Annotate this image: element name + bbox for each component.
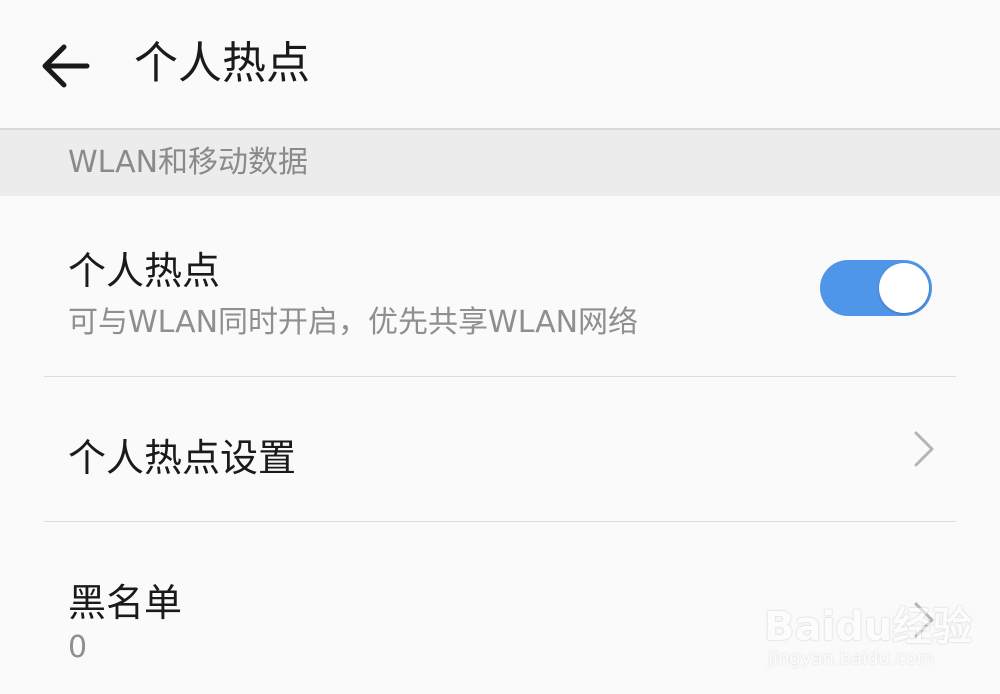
hotspot-settings-title: 个人热点设置 — [68, 436, 297, 480]
hotspot-toggle[interactable] — [820, 260, 932, 316]
chevron-right-icon — [914, 431, 934, 467]
page-title: 个人热点 — [134, 38, 310, 89]
section-label: WLAN和移动数据 — [68, 145, 309, 180]
toggle-knob — [879, 263, 929, 313]
blacklist-title: 黑名单 — [68, 581, 183, 625]
blacklist-count: 0 — [68, 630, 88, 665]
watermark-url: jingyan.baidu.com — [768, 648, 935, 669]
baidu-watermark: Baidu经验 jingyan.baidu.com — [764, 586, 972, 676]
app-header: 个人热点 — [0, 0, 1000, 128]
section-header: WLAN和移动数据 — [0, 130, 1000, 196]
hotspot-settings-screen: 个人热点 WLAN和移动数据 个人热点 可与WLAN同时开启，优先共享WLAN网… — [0, 0, 1000, 694]
hotspot-settings-row[interactable]: 个人热点设置 — [0, 377, 1000, 521]
hotspot-row-subtitle: 可与WLAN同时开启，优先共享WLAN网络 — [68, 305, 639, 340]
back-button[interactable] — [30, 36, 102, 96]
hotspot-row-title: 个人热点 — [68, 249, 221, 293]
arrow-left-icon — [42, 44, 90, 88]
watermark-text: Baidu经验 — [764, 604, 973, 650]
